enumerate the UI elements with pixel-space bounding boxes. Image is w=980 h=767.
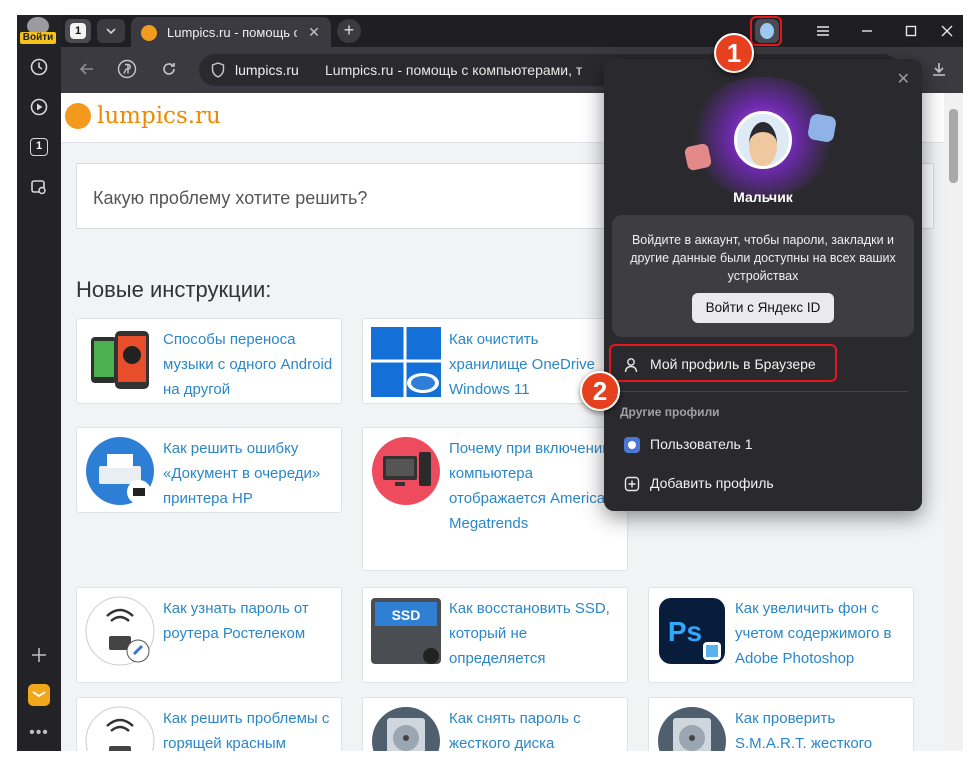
page-scrollbar[interactable] (944, 93, 963, 751)
reload-icon[interactable] (157, 57, 181, 81)
article-link[interactable]: Как восстановить SSD, который не определ… (449, 596, 619, 671)
other-profiles-header: Другие профили (620, 405, 720, 419)
tab-close-icon[interactable]: ✕ (307, 25, 321, 39)
other-profile-label: Пользователь 1 (650, 436, 753, 452)
login-button[interactable]: Войти (20, 32, 56, 44)
scrollbar-thumb[interactable] (949, 109, 958, 183)
router-thumbnail (85, 596, 155, 666)
phones-music-thumbnail (85, 327, 155, 397)
site-logo-text[interactable]: lumpics.ru (97, 103, 221, 129)
screenshot-icon[interactable] (25, 173, 53, 201)
lumpics-logo-icon[interactable] (65, 103, 91, 129)
new-tab-button[interactable]: + (337, 19, 361, 43)
add-profile-icon (624, 476, 640, 492)
article-link[interactable]: Способы переноса музыки с одного Android… (163, 327, 333, 402)
add-profile-item[interactable]: Добавить профиль (604, 464, 922, 504)
router-lamp-thumbnail (85, 706, 155, 751)
step-marker-1: 1 (714, 33, 754, 73)
hdd-thumbnail (371, 706, 441, 751)
section-title: Новые инструкции: (76, 277, 272, 302)
photoshop-thumbnail: Ps (657, 596, 727, 666)
step-marker-2: 2 (580, 371, 620, 411)
hp-printer-thumbnail (85, 436, 155, 506)
search-placeholder: Какую проблему хотите решить? (93, 188, 368, 208)
yandex-icon[interactable] (115, 57, 139, 81)
profile-name: Мальчик (733, 189, 793, 205)
article-link[interactable]: Как решить ошибку «Документ в очереди» п… (163, 436, 333, 511)
article-link[interactable]: Как проверить S.M.A.R.T. жесткого (735, 706, 905, 751)
profile-popup: ✕ Мальчик Войдите в аккаунт, чтобы парол… (604, 59, 922, 511)
divider (618, 391, 908, 392)
article-link[interactable]: Как увеличить фон с учетом содержимого в… (735, 596, 905, 671)
shield-icon[interactable] (211, 62, 225, 83)
signin-card: Войдите в аккаунт, чтобы пароли, закладк… (612, 215, 914, 337)
article-card[interactable]: Ps Как увеличить фон с учетом содержимог… (648, 587, 914, 683)
tab-counter-icon[interactable]: 1 (25, 133, 53, 161)
user-profile-icon (624, 437, 640, 453)
article-card[interactable]: Почему при включении компьютера отобража… (362, 427, 628, 571)
address-page-title: Lumpics.ru - помощь с компьютерами, т (325, 62, 583, 78)
article-card[interactable]: Как снять пароль с жесткого диска (362, 697, 628, 751)
chevron-down-icon (106, 28, 116, 35)
history-icon[interactable] (25, 53, 53, 81)
my-profile-highlight (609, 344, 837, 382)
article-link[interactable]: Как решить проблемы с горящей красным (163, 706, 333, 751)
hdd-smart-thumbnail (657, 706, 727, 751)
tab-count-button[interactable]: 1 (65, 19, 91, 43)
address-domain: lumpics.ru (235, 62, 299, 78)
close-window-icon[interactable] (927, 15, 963, 47)
popup-close-icon[interactable]: ✕ (897, 69, 910, 89)
ssd-thumbnail: SSD (371, 596, 441, 666)
windows-onedrive-thumbnail (371, 327, 441, 397)
tabs-dropdown-button[interactable] (97, 19, 125, 43)
signin-yandex-button[interactable]: Войти с Яндекс ID (692, 293, 834, 323)
mail-icon[interactable] (25, 681, 53, 709)
article-link[interactable]: Как узнать пароль от роутера Ростелеком (163, 596, 333, 646)
svg-text:Ps: Ps (668, 616, 702, 647)
tab-title: Lumpics.ru - помощь с компьютерами (167, 25, 297, 40)
more-icon[interactable]: ••• (25, 719, 53, 747)
computer-thumbnail (371, 436, 441, 506)
article-card[interactable]: Как решить проблемы с горящей красным (76, 697, 342, 751)
tab-counter-value: 1 (30, 138, 48, 156)
download-icon[interactable] (927, 57, 951, 81)
browser-window: Войти 1 ••• 1 Lumpics.ru - помощь с ✕ + … (17, 15, 963, 751)
lock-sticker-icon (806, 112, 838, 144)
add-icon[interactable] (25, 641, 53, 669)
profile-avatar[interactable] (734, 111, 792, 169)
article-link[interactable]: Как снять пароль с жесткого диска (449, 706, 619, 751)
article-card[interactable]: Как проверить S.M.A.R.T. жесткого (648, 697, 914, 751)
signin-message: Войдите в аккаунт, чтобы пароли, закладк… (630, 233, 896, 283)
active-tab[interactable]: Lumpics.ru - помощь с компьютерами ✕ (131, 17, 331, 47)
article-card[interactable]: Способы переноса музыки с одного Android… (76, 318, 342, 404)
lumpics-favicon-icon (141, 25, 157, 41)
bookmark-sticker-icon (683, 142, 713, 172)
article-card[interactable]: Как узнать пароль от роутера Ростелеком (76, 587, 342, 683)
profile-button-highlight (750, 16, 782, 46)
article-card[interactable]: Как решить ошибку «Документ в очереди» п… (76, 427, 342, 513)
article-link[interactable]: Почему при включении компьютера отобража… (449, 436, 619, 536)
article-card[interactable]: SSD Как восстановить SSD, который не опр… (362, 587, 628, 683)
play-icon[interactable] (25, 93, 53, 121)
minimize-icon[interactable] (847, 15, 887, 47)
other-profile-item[interactable]: Пользователь 1 (604, 425, 922, 465)
maximize-icon[interactable] (891, 15, 931, 47)
back-icon[interactable] (75, 57, 99, 81)
tab-strip: 1 Lumpics.ru - помощь с компьютерами ✕ + (61, 15, 963, 47)
menu-icon[interactable] (803, 15, 843, 47)
add-profile-label: Добавить профиль (650, 475, 774, 491)
svg-text:SSD: SSD (392, 607, 421, 623)
browser-sidebar: Войти 1 ••• (17, 15, 61, 751)
tab-count-value: 1 (70, 23, 86, 39)
